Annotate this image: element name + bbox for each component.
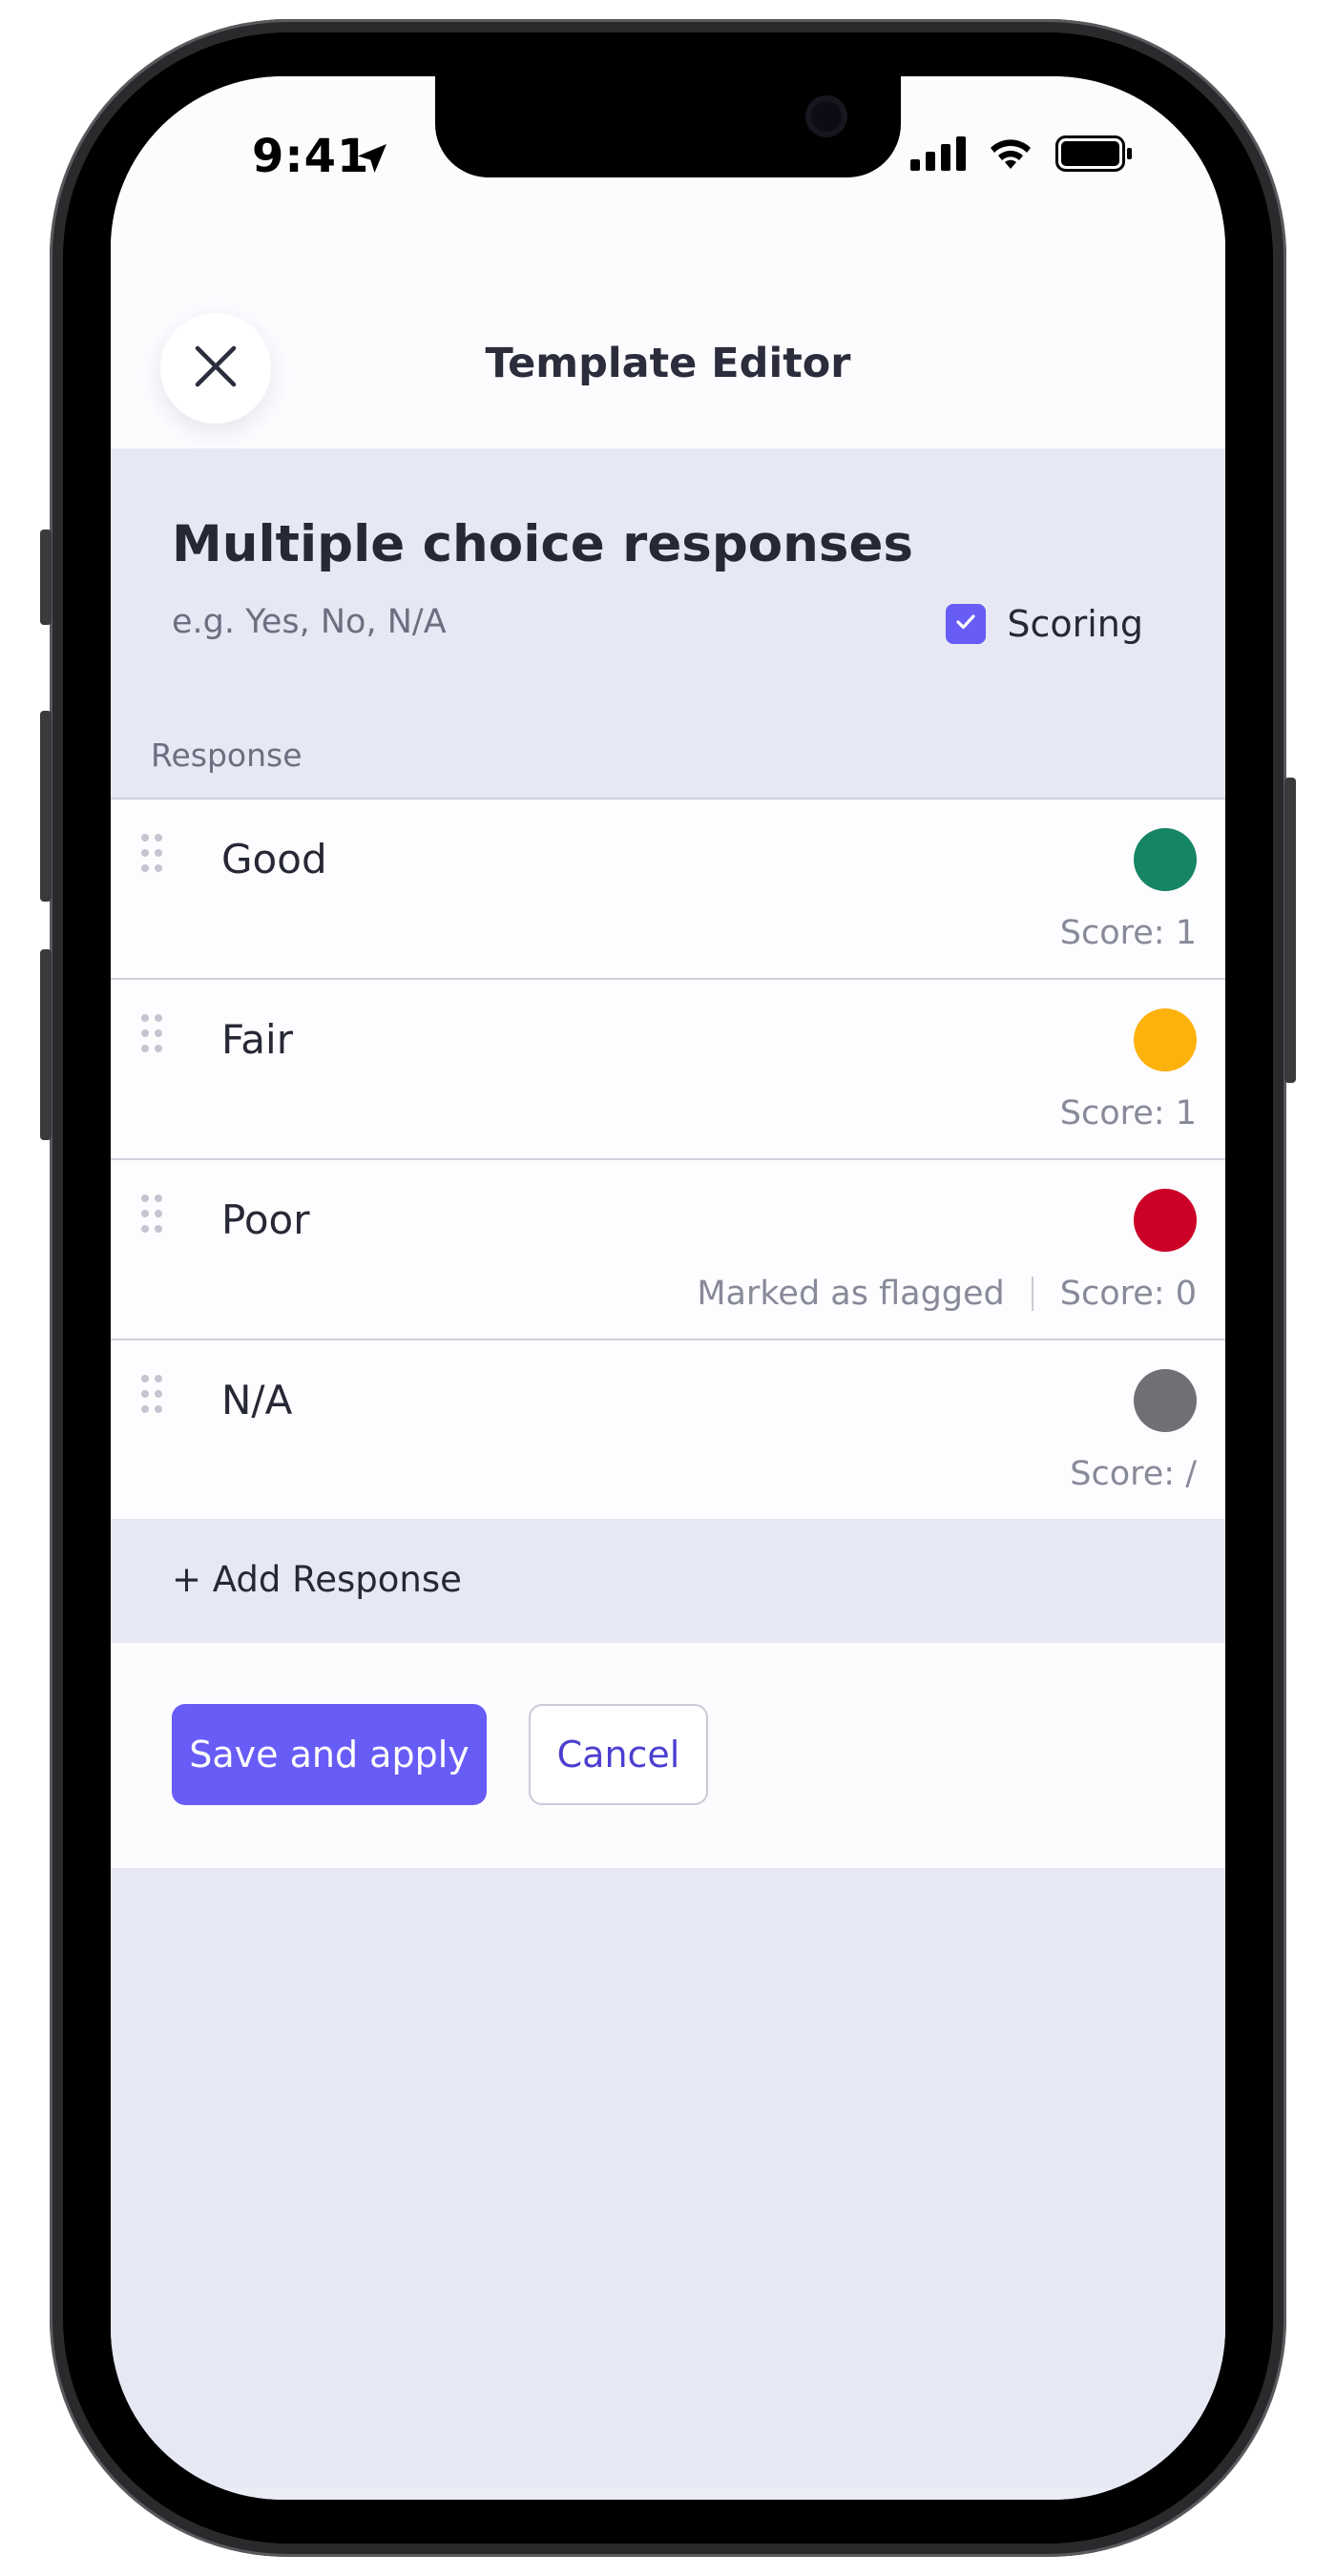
scoring-toggle[interactable]: Scoring — [946, 603, 1143, 645]
flagged-text: Marked as flagged — [697, 1275, 1005, 1313]
silent-switch — [40, 530, 52, 625]
status-bar: 9:41 — [111, 76, 1225, 218]
front-camera — [805, 95, 847, 137]
response-color-dot[interactable] — [1134, 1189, 1197, 1252]
response-score: Score: 1 — [1059, 1094, 1197, 1132]
response-row-good[interactable]: Good Score: 1 — [111, 798, 1225, 978]
drag-handle-icon[interactable] — [139, 832, 164, 878]
header: Template Editor — [111, 218, 1225, 448]
response-score: Score: / — [1070, 1455, 1197, 1493]
response-meta: Score: 1 — [1060, 914, 1197, 952]
response-label[interactable]: Fair — [221, 1016, 293, 1063]
scoring-checkbox[interactable] — [946, 604, 987, 644]
power-button — [1284, 778, 1296, 1083]
volume-up-button — [40, 711, 52, 902]
response-label[interactable]: Good — [221, 836, 327, 883]
scoring-label: Scoring — [1007, 603, 1143, 645]
drag-handle-icon[interactable] — [139, 1012, 164, 1058]
actions-bar: Save and apply Cancel — [111, 1643, 1225, 1868]
wifi-icon — [987, 136, 1034, 175]
response-meta: Score: / — [1070, 1455, 1197, 1493]
response-list: Good Score: 1 Fair Score: 1 Poor Marked … — [111, 798, 1225, 1521]
location-arrow-icon — [353, 139, 391, 181]
empty-area — [111, 1868, 1225, 2488]
status-icons — [910, 135, 1134, 176]
add-response-button[interactable]: + Add Response — [172, 1559, 462, 1600]
status-time: 9:41 — [252, 130, 370, 183]
drag-handle-icon[interactable] — [139, 1373, 164, 1419]
cancel-button[interactable]: Cancel — [529, 1704, 708, 1805]
battery-icon — [1055, 135, 1134, 176]
page-title: Template Editor — [485, 340, 851, 387]
response-row-poor[interactable]: Poor Marked as flagged Score: 0 — [111, 1158, 1225, 1339]
response-color-dot[interactable] — [1134, 828, 1197, 891]
response-color-dot[interactable] — [1134, 1369, 1197, 1432]
drag-handle-icon[interactable] — [139, 1193, 164, 1238]
response-column-header: Response — [151, 737, 303, 774]
response-meta: Score: 1 — [1060, 1094, 1197, 1132]
notch — [435, 76, 901, 177]
section-hint: e.g. Yes, No, N/A — [172, 603, 447, 641]
response-row-fair[interactable]: Fair Score: 1 — [111, 978, 1225, 1158]
add-response-area: + Add Response — [111, 1519, 1225, 1643]
responses-section: Multiple choice responses e.g. Yes, No, … — [111, 448, 1225, 801]
checkmark-icon — [953, 610, 978, 638]
section-title: Multiple choice responses — [172, 515, 913, 573]
response-label[interactable]: Poor — [221, 1196, 310, 1243]
volume-down-button — [40, 949, 52, 1140]
screen: 9:41 Template Editor Multiple choice res… — [111, 76, 1225, 2500]
cellular-signal-icon — [910, 136, 966, 175]
response-color-dot[interactable] — [1134, 1008, 1197, 1071]
response-score: Score: 1 — [1059, 914, 1197, 952]
response-score: Score: 0 — [1059, 1275, 1197, 1313]
save-and-apply-button[interactable]: Save and apply — [172, 1704, 487, 1805]
response-label[interactable]: N/A — [221, 1377, 292, 1423]
response-row-na[interactable]: N/A Score: / — [111, 1339, 1225, 1521]
home-indicator-area — [111, 2488, 1225, 2500]
response-meta: Marked as flagged Score: 0 — [697, 1275, 1197, 1313]
meta-separator — [1031, 1277, 1033, 1311]
